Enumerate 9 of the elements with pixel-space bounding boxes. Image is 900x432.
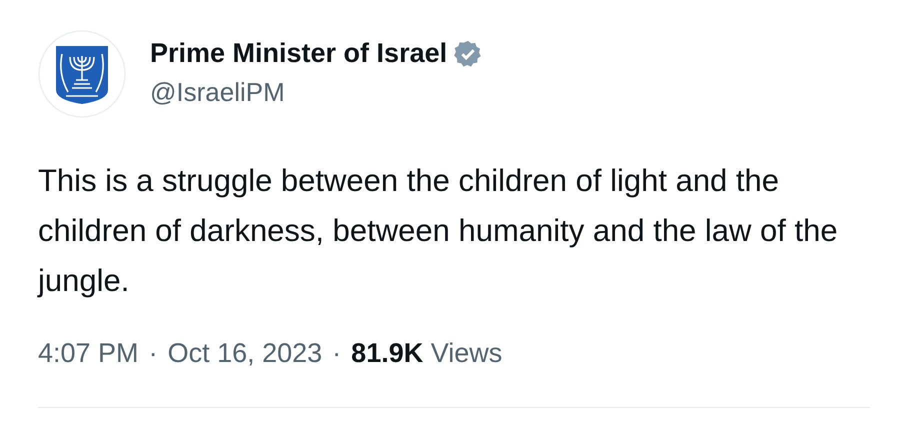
separator-dot: · [332,338,342,369]
tweet-text: This is a struggle between the children of light and the children of darkness, between humanity and the law of the jungle. [38,162,838,300]
shield-emblem-icon[interactable] [38,30,126,118]
meta-text: 81.9K Views [351,338,502,369]
separator-dot: · [148,338,158,369]
author-name[interactable]: Prime Minister of Israel [150,38,448,69]
author-handle[interactable]: @IsraeliPM [150,77,484,108]
meta-text: 4:07 PM [38,338,139,369]
meta-text: Oct 16, 2023 [168,338,322,369]
